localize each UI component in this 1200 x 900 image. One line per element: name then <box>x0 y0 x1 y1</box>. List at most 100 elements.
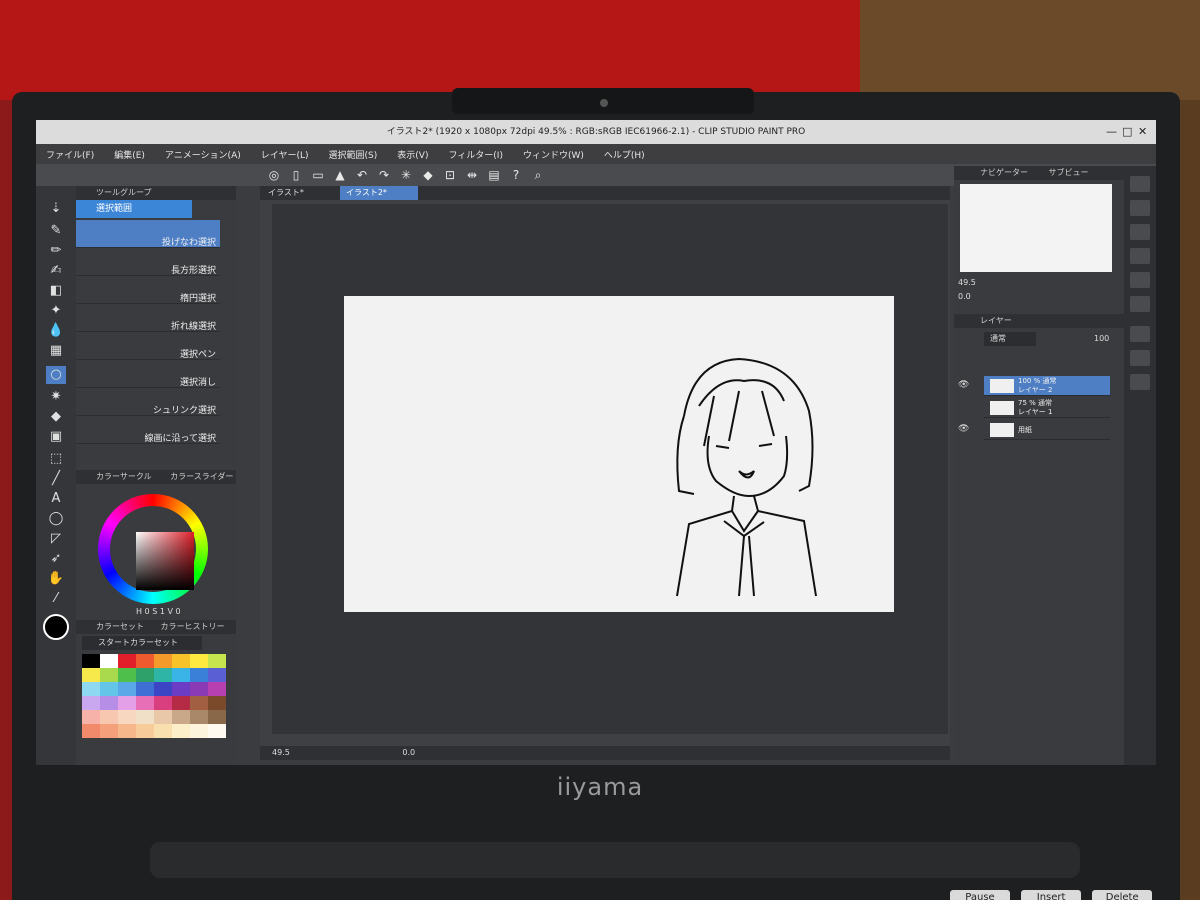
grid-tool-icon[interactable]: ▦ <box>46 342 66 360</box>
menu-window[interactable]: ウィンドウ(W) <box>523 148 584 161</box>
move-tool-icon[interactable]: ⇣ <box>46 200 66 218</box>
color-swatch[interactable] <box>208 668 226 682</box>
menu-edit[interactable]: 編集(E) <box>114 148 145 161</box>
navigator-rotate[interactable]: 0.0 <box>958 292 971 301</box>
color-swatch[interactable] <box>154 682 172 696</box>
subtool-item[interactable]: 楕円選択 <box>76 276 220 304</box>
subtool-item[interactable]: シュリンク選択 <box>76 388 220 416</box>
zoom-readout[interactable]: 49.5 <box>272 748 290 757</box>
layer-row[interactable]: 100 % 通常 レイヤー 2 <box>984 376 1110 396</box>
color-swatch[interactable] <box>118 724 136 738</box>
frame-tool-icon[interactable]: ◸ <box>46 530 66 548</box>
color-swatch[interactable] <box>136 696 154 710</box>
layer-tab[interactable]: レイヤー <box>954 314 1124 328</box>
device-icon[interactable]: ▤ <box>486 167 502 183</box>
color-swatch[interactable] <box>100 724 118 738</box>
tab-color-set[interactable]: カラーセット <box>96 622 144 631</box>
color-swatch[interactable] <box>190 696 208 710</box>
dock-icon[interactable] <box>1130 296 1150 312</box>
canvas-viewport[interactable] <box>272 204 948 734</box>
new-file-icon[interactable]: ▯ <box>288 167 304 183</box>
subtool-item[interactable]: 折れ線選択 <box>76 304 220 332</box>
close-icon[interactable]: ✕ <box>1138 120 1147 144</box>
color-swatch[interactable] <box>118 654 136 668</box>
transform-icon[interactable]: ⊡ <box>442 167 458 183</box>
color-swatch[interactable] <box>172 682 190 696</box>
color-swatch[interactable] <box>100 710 118 724</box>
dock-icon[interactable] <box>1130 326 1150 342</box>
pencil-tool-icon[interactable]: ✏ <box>46 242 66 260</box>
dock-icon[interactable] <box>1130 350 1150 366</box>
flip-icon[interactable]: ⇹ <box>464 167 480 183</box>
dock-icon[interactable] <box>1130 200 1150 216</box>
maximize-icon[interactable]: □ <box>1122 120 1132 144</box>
menu-selection[interactable]: 選択範囲(S) <box>329 148 378 161</box>
eye-icon[interactable]: 👁 <box>958 380 976 396</box>
main-color-swatch[interactable] <box>43 614 69 640</box>
dock-icon[interactable] <box>1130 272 1150 288</box>
help-icon[interactable]: ? <box>508 167 524 183</box>
color-swatch[interactable] <box>136 668 154 682</box>
key-delete[interactable]: Delete <box>1092 890 1153 900</box>
blend-mode-select[interactable]: 通常 <box>984 332 1036 346</box>
key-insert[interactable]: Insert <box>1021 890 1082 900</box>
color-swatch[interactable] <box>190 668 208 682</box>
hand-tool-icon[interactable]: ✋ <box>46 570 66 588</box>
color-swatch[interactable] <box>136 654 154 668</box>
auto-select-icon[interactable]: ✷ <box>46 388 66 406</box>
color-swatch[interactable] <box>154 668 172 682</box>
color-swatch[interactable] <box>82 654 100 668</box>
clear-icon[interactable]: ✳ <box>398 167 414 183</box>
color-square[interactable] <box>136 532 194 590</box>
menu-view[interactable]: 表示(V) <box>397 148 428 161</box>
menu-filter[interactable]: フィルター(I) <box>448 148 503 161</box>
fill-icon[interactable]: ◆ <box>420 167 436 183</box>
color-swatch[interactable] <box>208 696 226 710</box>
tab-color-circle[interactable]: カラーサークル <box>96 472 152 481</box>
eraser-tool-icon[interactable]: ◧ <box>46 282 66 300</box>
rotate-readout[interactable]: 0.0 <box>402 748 415 757</box>
color-swatch[interactable] <box>82 682 100 696</box>
menu-help[interactable]: ヘルプ(H) <box>604 148 645 161</box>
color-swatch[interactable] <box>100 696 118 710</box>
tab-color-history[interactable]: カラーヒストリー <box>161 622 225 631</box>
color-swatch[interactable] <box>136 724 154 738</box>
dock-icon[interactable] <box>1130 374 1150 390</box>
subtool-item[interactable]: 選択消し <box>76 360 220 388</box>
color-swatch[interactable] <box>100 682 118 696</box>
line-tool-icon[interactable]: ╱ <box>46 470 66 488</box>
brush-tool-icon[interactable]: ✍ <box>46 262 66 280</box>
tab-document-1[interactable]: イラスト* <box>262 186 336 200</box>
undo-icon[interactable]: ↶ <box>354 167 370 183</box>
balloon-tool-icon[interactable]: ◯ <box>46 510 66 528</box>
home-icon[interactable]: ◎ <box>266 167 282 183</box>
subtool-item[interactable]: 線画に沿って選択 <box>76 416 220 444</box>
dock-icon[interactable] <box>1130 224 1150 240</box>
color-swatch[interactable] <box>136 682 154 696</box>
color-swatch[interactable] <box>100 654 118 668</box>
open-folder-icon[interactable]: ▭ <box>310 167 326 183</box>
fill-tool-icon[interactable]: ◆ <box>46 408 66 426</box>
layer-row[interactable]: 75 % 通常 レイヤー 1 <box>984 398 1110 418</box>
colorset-dropdown[interactable]: スタートカラーセット <box>82 636 202 650</box>
color-swatch[interactable] <box>118 710 136 724</box>
color-swatch[interactable] <box>82 710 100 724</box>
dock-icon[interactable] <box>1130 248 1150 264</box>
color-swatch[interactable] <box>190 682 208 696</box>
menu-file[interactable]: ファイル(F) <box>46 148 94 161</box>
figure-tool-icon[interactable]: ⬚ <box>46 450 66 468</box>
blend-tool-icon[interactable]: 💧 <box>46 322 66 340</box>
color-swatch[interactable] <box>172 724 190 738</box>
color-swatch[interactable] <box>154 724 172 738</box>
subtool-group-tab[interactable]: ツールグループ <box>76 186 236 200</box>
minimize-icon[interactable]: — <box>1106 120 1117 144</box>
dock-icon[interactable] <box>1130 176 1150 192</box>
navigator-preview[interactable] <box>960 184 1112 272</box>
color-swatch[interactable] <box>208 710 226 724</box>
color-swatch[interactable] <box>172 668 190 682</box>
color-swatch[interactable] <box>172 696 190 710</box>
color-swatch[interactable] <box>136 710 154 724</box>
color-swatch[interactable] <box>100 668 118 682</box>
subtool-item[interactable]: 投げなわ選択 <box>76 220 220 248</box>
color-swatch[interactable] <box>118 696 136 710</box>
